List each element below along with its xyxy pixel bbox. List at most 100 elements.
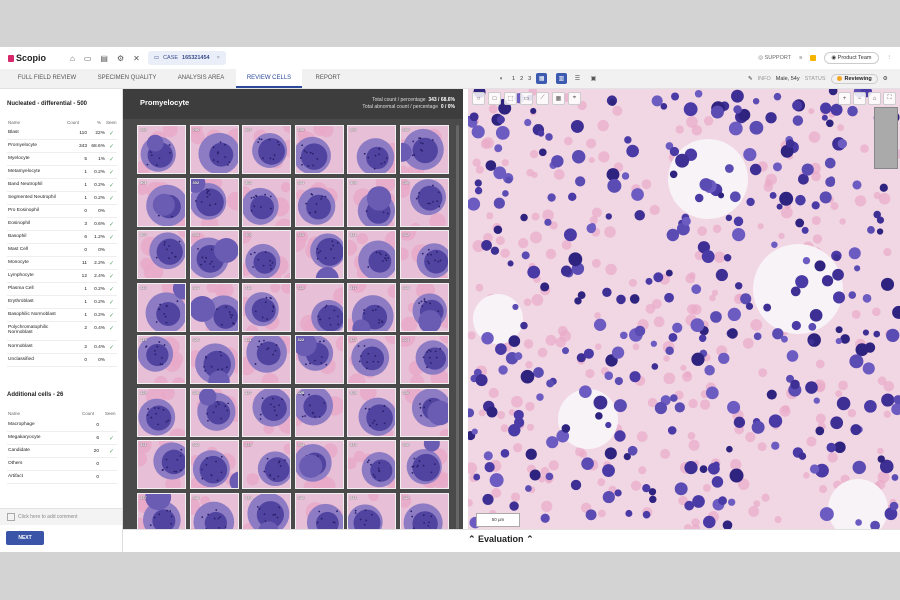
additional-row[interactable]: Candidate 20 ✓ (7, 445, 117, 458)
cell-thumbnail[interactable]: 329 (347, 387, 396, 437)
cell-thumbnail[interactable]: 326 (189, 387, 239, 437)
cell-thumbnail[interactable]: 311 (347, 230, 396, 279)
differential-row[interactable]: Segmented Neutrophil 1 0.2% ✓ (7, 192, 117, 205)
evaluation-toggle[interactable]: ⌃ Evaluation ⌃ (468, 534, 534, 545)
additional-row[interactable]: Others 0 (7, 458, 117, 471)
case-tab[interactable]: ▭ CASE 165321454 × (147, 51, 226, 65)
user-menu[interactable]: ◉ Product Team (824, 52, 879, 64)
cell-thumbnail[interactable]: 309 (242, 230, 291, 279)
cell-thumbnail[interactable]: 301 (137, 177, 186, 227)
zoom-in-icon[interactable]: + (838, 92, 851, 105)
differential-row[interactable]: Lymphocyte 12 2.4% ✓ (7, 270, 117, 283)
layout-2[interactable]: 2 (520, 76, 523, 82)
cell-thumbnail[interactable]: 305 (347, 177, 396, 227)
differential-row[interactable]: Promyelocyte 343 68.6% ✓ (7, 140, 117, 153)
differential-row[interactable]: Normoblast 2 0.4% ✓ (7, 341, 117, 354)
comment-tool-icon[interactable]: ▭ (520, 92, 533, 105)
tab-analysis-area[interactable]: ANALYSIS AREA (166, 69, 236, 88)
differential-row[interactable]: Polychromatophilic Normoblast 2 0.4% ✓ (7, 322, 117, 341)
cell-thumbnail[interactable]: 302 (189, 177, 239, 227)
cell-thumbnail[interactable]: 308 (189, 230, 239, 279)
cell-thumbnail[interactable]: 295 (137, 125, 186, 174)
cell-thumbnail[interactable]: 336 (399, 440, 449, 489)
additional-row[interactable]: Macrophage 0 (7, 419, 117, 432)
tab-review-cells[interactable]: REVIEW CELLS (236, 69, 302, 88)
cell-thumbnail[interactable]: 322 (294, 335, 344, 384)
cell-thumbnail[interactable]: 335 (347, 440, 396, 489)
home-icon[interactable]: ⌂ (70, 54, 75, 63)
tools-icon[interactable]: ✕ (133, 54, 140, 63)
folder-icon[interactable]: ▭ (84, 54, 92, 63)
cell-thumbnail[interactable]: 332 (189, 440, 239, 489)
additional-row[interactable]: Artifact 0 (7, 471, 117, 484)
cell-thumbnail[interactable]: 303 (242, 177, 291, 227)
differential-row[interactable]: Band Neutrophil 1 0.2% ✓ (7, 179, 117, 192)
circle-tool-icon[interactable]: ○ (472, 92, 485, 105)
support-link[interactable]: ◎ SUPPORT (758, 55, 791, 61)
differential-row[interactable]: Basophilic Normoblast 1 0.2% ✓ (7, 309, 117, 322)
cell-thumbnail[interactable]: 323 (347, 335, 396, 384)
tab-report[interactable]: REPORT (302, 69, 354, 88)
cell-thumbnail[interactable]: 296 (189, 125, 239, 174)
grid-tool-icon[interactable]: ▦ (552, 92, 565, 105)
ruler-tool-icon[interactable]: ⟋ (536, 92, 549, 105)
differential-row[interactable]: Unclassified 0 0% (7, 354, 117, 367)
differential-row[interactable]: Myelocyte 5 1% ✓ (7, 153, 117, 166)
zoom-out-icon[interactable]: − (853, 92, 866, 105)
cell-thumbnail[interactable]: 327 (242, 387, 291, 437)
cell-thumbnail[interactable]: 324 (399, 335, 449, 384)
notification-icon[interactable] (810, 55, 817, 61)
differential-row[interactable]: Blast 110 22% ✓ (7, 127, 117, 140)
cell-thumbnail[interactable]: 321 (242, 335, 291, 384)
home-icon[interactable]: ⌂ (868, 92, 881, 105)
cell-thumbnail[interactable]: 298 (294, 125, 344, 174)
differential-row[interactable]: Mast Cell 0 0% (7, 244, 117, 257)
cell-thumbnail[interactable]: 334 (294, 440, 344, 489)
gear-icon[interactable]: ⚙ (883, 76, 888, 82)
crosshair-tool-icon[interactable]: ⌖ (568, 92, 581, 105)
grid-view-icon[interactable]: ▦ (536, 73, 548, 84)
cell-thumbnail[interactable]: 307 (137, 230, 186, 279)
comment-field[interactable]: Click here to add comment (0, 508, 122, 525)
image-view-icon[interactable]: ▣ (588, 73, 599, 84)
additional-row[interactable]: Megakaryocyte 6 ✓ (7, 432, 117, 445)
differential-row[interactable]: Erythroblast 1 0.2% ✓ (7, 296, 117, 309)
cell-thumbnail[interactable]: 300 (399, 125, 449, 174)
cell-thumbnail[interactable]: 314 (189, 282, 239, 332)
tab-full-field-review[interactable]: FULL FIELD REVIEW (6, 69, 88, 88)
cell-thumbnail[interactable]: 306 (399, 177, 449, 227)
rect-tool-icon[interactable]: □ (488, 92, 501, 105)
split-view-icon[interactable]: ▥ (556, 73, 567, 84)
status-badge[interactable]: Reviewing (830, 73, 878, 84)
cell-thumbnail[interactable]: 304 (294, 177, 344, 227)
tab-specimen-quality[interactable]: SPECIMEN QUALITY (88, 69, 166, 88)
differential-row[interactable]: Basophil 6 1.2% ✓ (7, 231, 117, 244)
next-button[interactable]: NEXT (6, 531, 44, 545)
cell-thumbnail[interactable]: 317 (347, 282, 396, 332)
layout-1[interactable]: 1 (512, 76, 515, 82)
settings-icon[interactable]: ⚙ (117, 54, 124, 63)
more-icon[interactable]: ⋮ (887, 55, 893, 61)
differential-row[interactable]: Metamyelocyte 1 0.2% ✓ (7, 166, 117, 179)
close-icon[interactable]: × (217, 55, 220, 61)
cell-thumbnail[interactable]: 310 (294, 230, 344, 279)
evaluation-bar[interactable]: ⌃ Evaluation ⌃ (123, 529, 900, 552)
cell-thumbnail[interactable]: 333 (242, 440, 291, 489)
minimap[interactable] (874, 107, 898, 169)
contrast-icon[interactable]: ◐ (496, 73, 507, 84)
cell-thumbnail[interactable]: 319 (137, 335, 186, 384)
differential-row[interactable]: Monocyte 11 2.2% ✓ (7, 257, 117, 270)
list-view-icon[interactable]: ☰ (572, 73, 583, 84)
cell-thumbnail[interactable]: 312 (399, 230, 449, 279)
differential-row[interactable]: Plasma Cell 1 0.2% ✓ (7, 283, 117, 296)
gallery-scrollbar[interactable] (456, 125, 459, 529)
cell-thumbnail[interactable]: 316 (294, 282, 344, 332)
cell-thumbnail[interactable]: 325 (137, 387, 186, 437)
cell-thumbnail[interactable]: 320 (189, 335, 239, 384)
cell-thumbnail[interactable]: 330 (399, 387, 449, 437)
cell-thumbnail[interactable]: 331 (137, 440, 186, 489)
cell-thumbnail[interactable]: 313 (137, 282, 186, 332)
database-icon[interactable]: ≡ (799, 55, 802, 61)
cell-thumbnail[interactable]: 328 (294, 387, 344, 437)
layers-icon[interactable]: ▤ (100, 54, 108, 63)
